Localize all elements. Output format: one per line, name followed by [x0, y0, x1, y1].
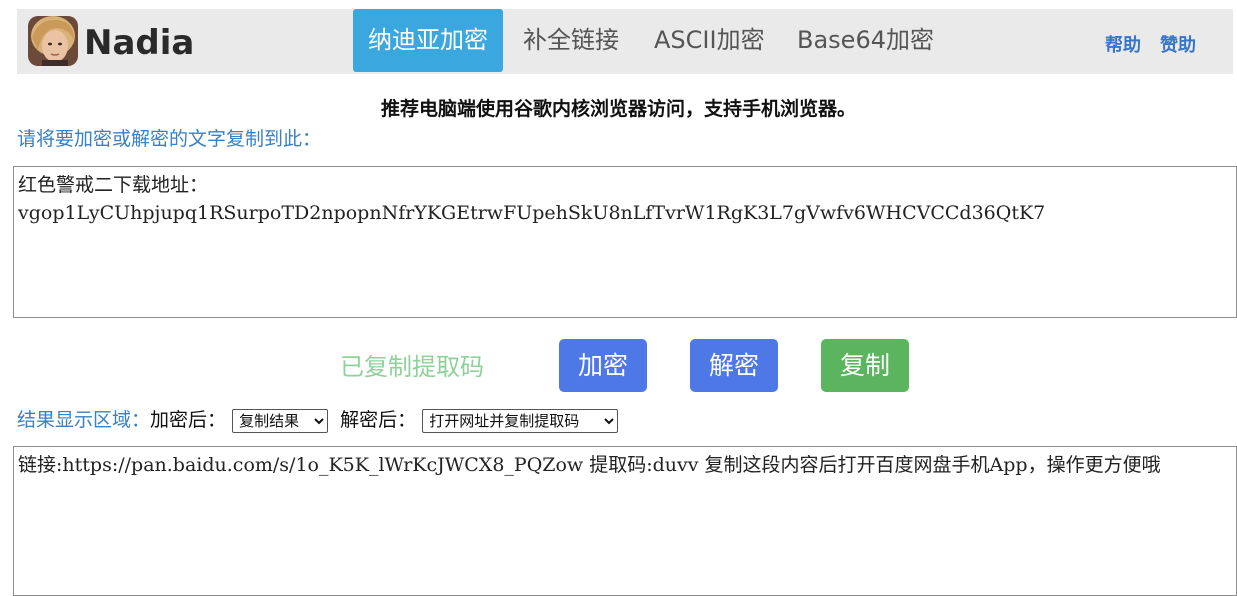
- top-navbar: Nadia 纳迪亚加密 补全链接 ASCII加密 Base64加密 帮助 赞助: [17, 9, 1233, 74]
- input-textarea[interactable]: 红色警戒二下载地址： vgop1LyCUhpjupq1RSurpoTD2npop…: [13, 166, 1237, 318]
- avatar-icon: [28, 16, 78, 66]
- copy-button[interactable]: 复制: [821, 339, 909, 392]
- browser-notice: 推荐电脑端使用谷歌内核浏览器访问，支持手机浏览器。: [380, 98, 856, 120]
- sponsor-link[interactable]: 赞助: [1160, 34, 1196, 58]
- tab-ascii-encrypt[interactable]: ASCII加密: [639, 9, 780, 72]
- tab-base64-encrypt[interactable]: Base64加密: [782, 9, 949, 72]
- encrypt-after-label: 加密后：: [150, 409, 227, 431]
- tab-complete-link[interactable]: 补全链接: [508, 9, 634, 72]
- encrypt-after-select[interactable]: 复制结果: [232, 408, 329, 433]
- copy-status-text: 已复制提取码: [340, 353, 484, 381]
- logo-avatar: [28, 16, 78, 66]
- result-options-row: 结果显示区域：加密后： 复制结果 解密后： 打开网址并复制提取码: [17, 405, 619, 435]
- help-link[interactable]: 帮助: [1105, 34, 1141, 58]
- decrypt-after-label: 解密后：: [340, 409, 417, 431]
- result-textarea[interactable]: 链接:https://pan.baidu.com/s/1o_K5K_lWrKcJ…: [13, 446, 1237, 596]
- decrypt-after-select[interactable]: 打开网址并复制提取码: [422, 408, 619, 433]
- decrypt-button[interactable]: 解密: [690, 339, 778, 392]
- result-area-label: 结果显示区域：: [17, 409, 151, 431]
- encrypt-button[interactable]: 加密: [559, 339, 647, 392]
- input-prompt: 请将要加密或解密的文字复制到此：: [17, 128, 322, 150]
- logo-text[interactable]: Nadia: [84, 23, 194, 63]
- tab-nadia-encrypt[interactable]: 纳迪亚加密: [353, 9, 503, 72]
